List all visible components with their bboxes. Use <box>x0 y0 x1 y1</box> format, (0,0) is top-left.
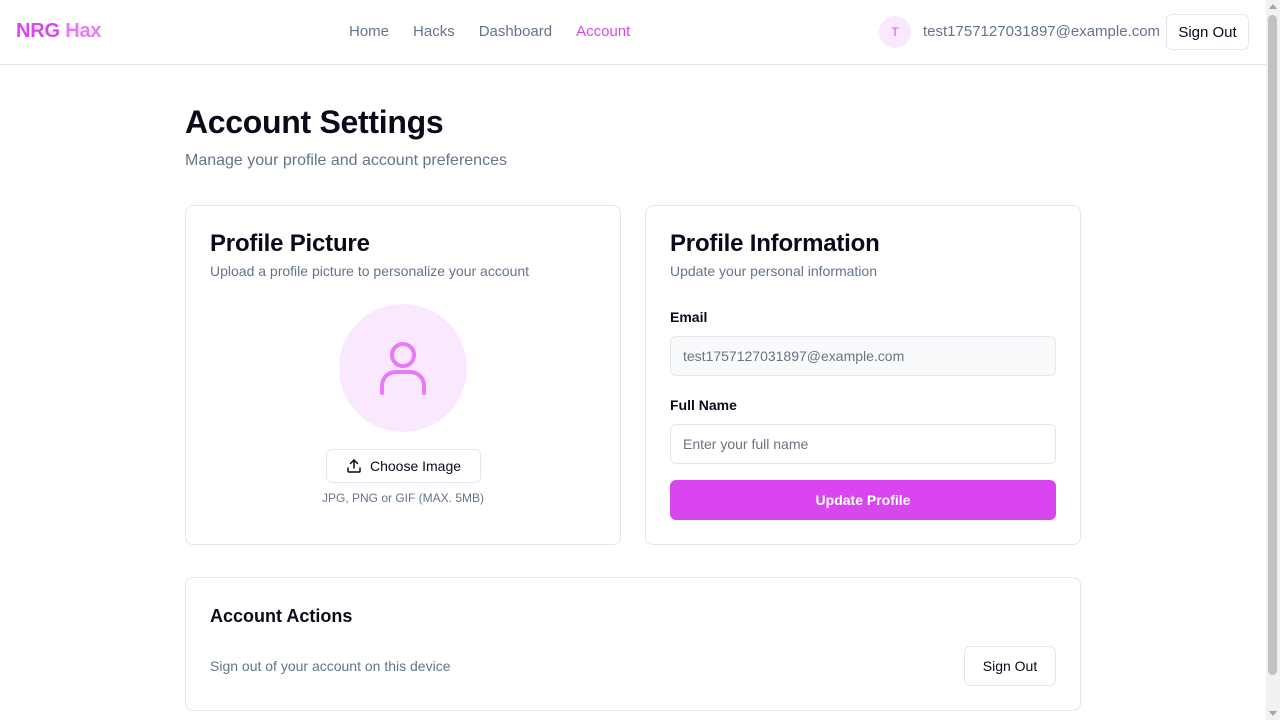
brand-logo[interactable]: NRG Hax <box>16 20 101 43</box>
profile-picture-card: Profile Picture Upload a profile picture… <box>185 205 621 545</box>
page-subtitle: Manage your profile and account preferen… <box>185 152 507 169</box>
top-navbar: NRG Hax Home Hacks Dashboard Account T t… <box>0 0 1266 65</box>
full-name-label: Full Name <box>670 397 737 413</box>
nav-dashboard[interactable]: Dashboard <box>479 23 552 40</box>
profile-picture-title: Profile Picture <box>210 230 370 257</box>
email-label: Email <box>670 309 708 325</box>
full-name-field[interactable] <box>670 424 1056 464</box>
avatar-initial: T <box>891 25 899 39</box>
page-title: Account Settings <box>185 104 444 140</box>
nav-account[interactable]: Account <box>576 23 630 40</box>
user-email: test1757127031897@example.com <box>923 23 1161 40</box>
nav-hacks[interactable]: Hacks <box>413 23 455 40</box>
account-actions-title: Account Actions <box>210 606 353 626</box>
profile-picture-description: Upload a profile picture to personalize … <box>210 263 530 279</box>
account-actions-description: Sign out of your account on this device <box>210 658 451 674</box>
scroll-down-icon[interactable] <box>1269 711 1277 716</box>
upload-hint: JPG, PNG or GIF (MAX. 5MB) <box>321 491 485 505</box>
avatar[interactable]: T <box>879 16 911 48</box>
choose-image-button[interactable]: Choose Image <box>326 449 481 483</box>
user-icon <box>380 342 426 395</box>
brand-name-accent: Hax <box>65 20 102 42</box>
brand-name: NRG <box>16 20 60 42</box>
page-scrollbar[interactable] <box>1266 0 1280 720</box>
update-profile-button[interactable]: Update Profile <box>670 480 1056 520</box>
upload-icon <box>347 459 361 473</box>
scroll-up-icon[interactable] <box>1269 4 1277 9</box>
scroll-thumb[interactable] <box>1268 15 1277 675</box>
email-field[interactable] <box>670 336 1056 376</box>
profile-information-description: Update your personal information <box>670 263 878 279</box>
account-actions-card: Account Actions Sign out of your account… <box>185 577 1081 711</box>
sign-out-button[interactable]: Sign Out <box>964 646 1056 686</box>
profile-information-card: Profile Information Update your personal… <box>645 205 1081 545</box>
choose-image-label: Choose Image <box>369 458 462 474</box>
profile-information-title: Profile Information <box>670 230 880 257</box>
profile-picture-preview <box>339 304 467 432</box>
header-sign-out-button[interactable]: Sign Out <box>1166 14 1249 50</box>
nav-home[interactable]: Home <box>349 23 389 40</box>
main-nav: Home Hacks Dashboard Account <box>349 23 630 40</box>
